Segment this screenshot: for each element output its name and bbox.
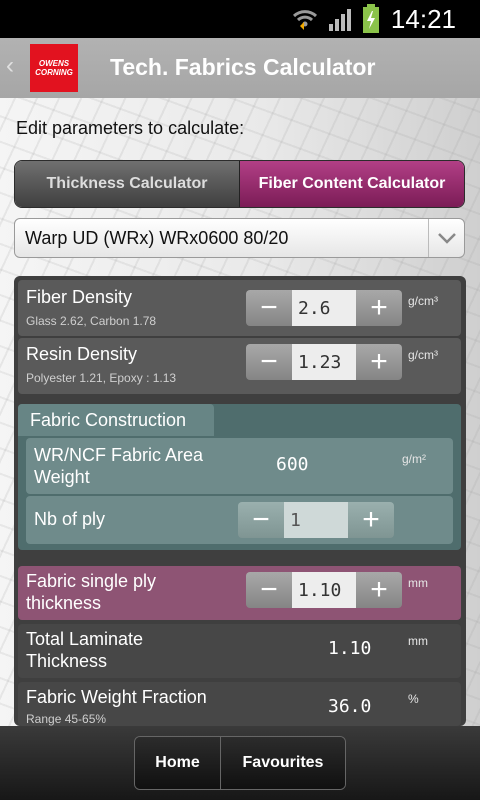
minus-icon[interactable]: − [246,344,292,380]
bottom-nav: Home Favourites [134,736,346,790]
resin-density-stepper: − 1.23 + [246,344,402,380]
minus-icon[interactable]: − [246,290,292,326]
battery-icon [363,4,379,33]
signal-icon [329,9,351,31]
tab-fiber-content-calculator[interactable]: Fiber Content Calculator [240,161,464,207]
resin-density-label: Resin Density [26,344,138,364]
single-ply-thickness-label: Fabric single ply thickness [26,571,157,613]
fiber-density-hint: Glass 2.62, Carbon 1.78 [26,314,157,328]
wifi-icon [292,10,318,30]
weight-fraction-unit: % [408,692,419,706]
nb-ply-input[interactable]: 1 [284,502,348,538]
total-thickness-unit: mm [408,634,428,648]
resin-density-unit: g/cm³ [408,348,438,362]
single-ply-thickness-unit: mm [408,576,428,590]
app-title: Tech. Fabrics Calculator [110,54,376,80]
area-weight-value: 600 [276,454,309,475]
weight-fraction-row: Fabric Weight Fraction Range 45-65% 36.0… [18,682,461,726]
status-bar: 14:21 [0,0,480,38]
owens-corning-logo[interactable]: OWENS CORNING [30,44,78,92]
fabric-construction-tab: Fabric Construction [18,404,214,436]
weight-fraction-label: Fabric Weight Fraction [26,687,207,707]
plus-icon[interactable]: + [356,290,402,326]
home-button[interactable]: Home [135,737,221,789]
clock: 14:21 [390,4,456,34]
resin-density-hint: Polyester 1.21, Epoxy : 1.13 [26,371,177,385]
fabric-type-value: Warp UD (WRx) WRx0600 80/20 [25,228,289,248]
calculator-panel: Fiber Density Glass 2.62, Carbon 1.78 − … [14,276,466,726]
fiber-density-label: Fiber Density [26,287,133,307]
nb-ply-label: Nb of ply [34,509,106,529]
instructions-text: Edit parameters to calculate: [16,118,245,138]
calculator-tabs: Thickness Calculator Fiber Content Calcu… [14,160,465,208]
single-ply-thickness-stepper: − 1.10 + [246,572,402,608]
resin-density-input[interactable]: 1.23 [292,344,356,380]
weight-fraction-value: 36.0 [328,696,372,717]
favourites-button[interactable]: Favourites [221,737,345,789]
area-weight-row: WR/NCF Fabric Area Weight 600 g/m² [26,438,453,494]
action-bar: ‹ OWENS CORNING Tech. Fabrics Calculator [0,38,480,98]
plus-icon[interactable]: + [356,572,402,608]
fiber-density-input[interactable]: 2.6 [292,290,356,326]
minus-icon[interactable]: − [246,572,292,608]
chevron-down-icon [428,219,464,257]
weight-fraction-hint: Range 45-65% [26,712,107,726]
fiber-density-row: Fiber Density Glass 2.62, Carbon 1.78 − … [18,280,461,336]
nb-ply-stepper: − 1 + [238,502,394,538]
single-ply-thickness-row: Fabric single ply thickness − 1.10 + mm [18,566,461,620]
single-ply-thickness-input[interactable]: 1.10 [292,572,356,608]
total-thickness-value: 1.10 [328,638,372,659]
plus-icon[interactable]: + [348,502,394,538]
plus-icon[interactable]: + [356,344,402,380]
tab-thickness-calculator[interactable]: Thickness Calculator [15,161,240,207]
area-weight-unit: g/m² [402,452,426,466]
total-thickness-row: Total Laminate Thickness 1.10 mm [18,624,461,678]
total-thickness-label: Total Laminate Thickness [26,629,144,671]
fabric-type-select[interactable]: Warp UD (WRx) WRx0600 80/20 [14,218,465,258]
resin-density-row: Resin Density Polyester 1.21, Epoxy : 1.… [18,338,461,394]
fiber-density-stepper: − 2.6 + [246,290,402,326]
fabric-construction-section: Fabric Construction WR/NCF Fabric Area W… [18,404,461,550]
nb-ply-row: Nb of ply − 1 + [26,496,453,544]
bottom-bar: Home Favourites [0,726,480,800]
minus-icon[interactable]: − [238,502,284,538]
fiber-density-unit: g/cm³ [408,294,438,308]
area-weight-label: WR/NCF Fabric Area Weight [34,445,204,487]
back-chevron-icon[interactable]: ‹ [6,52,14,80]
